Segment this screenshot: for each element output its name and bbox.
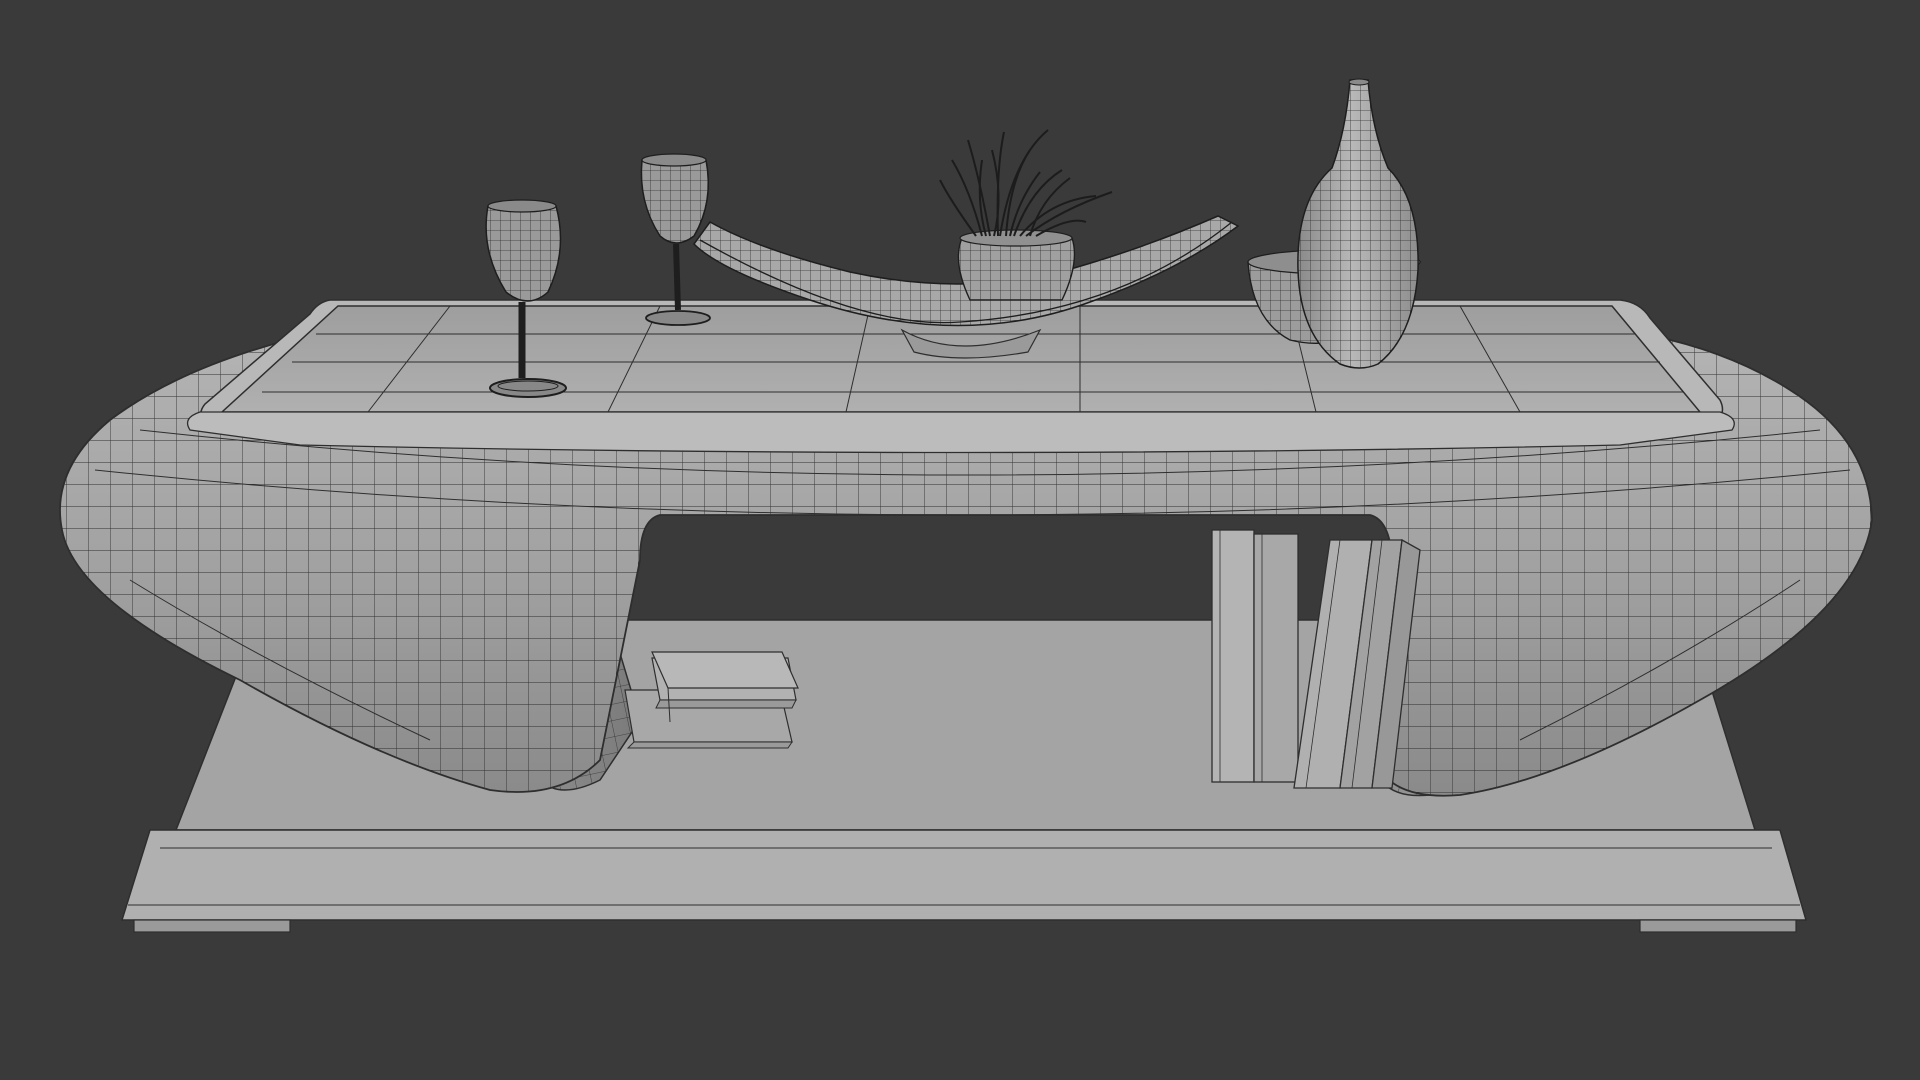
plant-pot xyxy=(957,229,1076,301)
wireframe-render xyxy=(59,78,1873,933)
standing-books xyxy=(1211,529,1421,789)
grass-plant xyxy=(939,129,1113,237)
3d-viewport[interactable] xyxy=(0,0,1920,1080)
vase xyxy=(1297,78,1419,369)
